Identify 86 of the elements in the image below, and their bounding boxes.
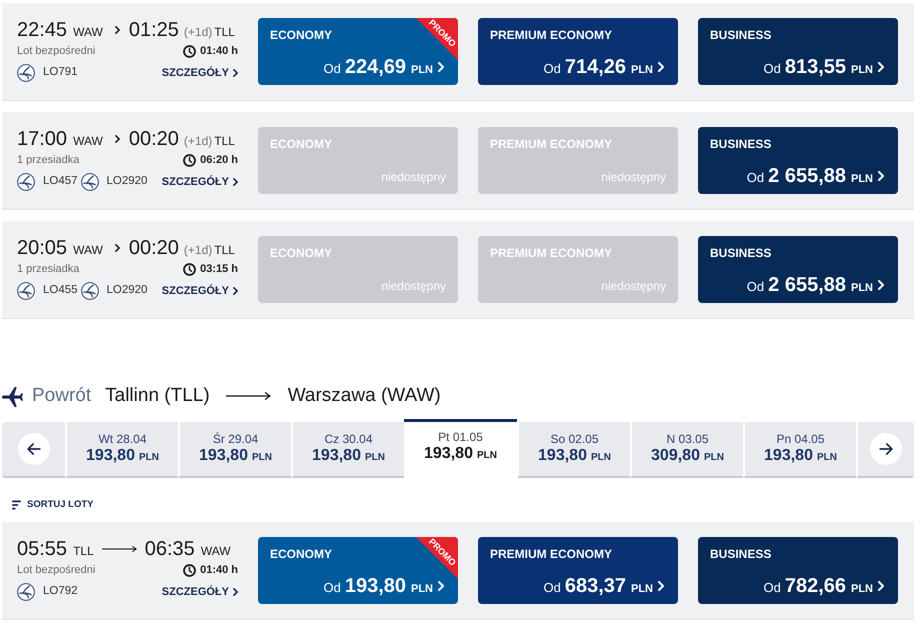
fare-button[interactable]: BUSINESS Od 2 655,88 PLN [698,236,898,303]
logo-icon [17,64,35,82]
airport-code: WAW [73,133,103,150]
duration-text: 06:20 h [200,152,238,168]
plane-icon [2,386,23,406]
flight-number: LO2920 [106,283,148,298]
chevron-icon [878,280,884,290]
stops-label: Lot bezpośredni [17,562,96,578]
date-tab[interactable]: Pn 04.05 193,80 PLN [743,422,856,478]
chevron-icon [233,178,238,186]
departure-time: 22:45 [17,18,68,42]
airport-code: TLL [214,242,235,259]
chevron-icon [878,580,884,591]
chevron-icon [878,170,884,181]
chevron-icon [658,580,664,591]
chevron-icon [438,62,444,72]
chevron-icon [438,580,444,591]
arrival-time: 01:25 [128,18,179,42]
details-link[interactable]: SZCZEGÓŁY [162,282,238,300]
duration-text: 03:15 h [200,262,238,277]
clock-icon [183,262,196,276]
flight-number: LO455 [43,283,78,298]
clock-icon [183,154,196,166]
fare-button[interactable]: BUSINESS Od 813,55 PLN [698,18,898,85]
day-offset: (+1d) [184,133,212,150]
stops-label: Lot bezpośredni [17,44,96,59]
logo-icon [17,583,35,601]
departure-time: 20:05 [17,236,68,260]
chevron-icon [878,62,884,72]
arrow-icon [102,544,137,554]
chevron-icon [233,588,238,596]
logo-icon [17,282,35,300]
details-link[interactable]: SZCZEGÓŁY [162,64,238,82]
duration-text: 01:40 h [200,562,238,578]
details-link[interactable]: SZCZEGÓŁY [162,174,238,190]
airport-code: TLL [73,543,94,560]
clock-icon [183,564,196,576]
airport-code: WAW [73,242,103,259]
airport-code: TLL [214,24,235,41]
fare-button[interactable]: BUSINESS Od 782,66 PLN [698,537,898,604]
fare-button[interactable]: PREMIUM ECONOMY Od 714,26 PLN [478,18,678,85]
date-tab[interactable]: N 03.05 309,80 PLN [630,422,743,478]
flight-number: LO2920 [106,174,148,190]
chevron-icon [233,69,238,77]
duration-text: 01:40 h [200,44,238,59]
arrival-time: 00:20 [128,127,179,151]
logo-icon [17,173,35,191]
chevron-icon [658,62,664,72]
fare-button[interactable]: PREMIUM ECONOMY Od 683,37 PLN [478,537,678,604]
previous-dates-button[interactable] [2,422,65,478]
section-label: Powrót [32,384,92,408]
details-link[interactable]: SZCZEGÓŁY [162,584,238,600]
flight-number: LO792 [43,584,78,600]
fare-button[interactable]: BUSINESS Od 2 655,88 PLN [698,127,898,194]
arrow-left-icon [18,433,50,465]
clock-icon [183,44,196,58]
date-tab[interactable]: Cz 30.04 193,80 PLN [291,422,404,478]
flight-number: LO791 [43,65,78,80]
airport-code: WAW [73,24,103,41]
date-tab[interactable]: Śr 29.04 193,80 PLN [178,422,291,478]
date-tab[interactable]: So 02.05 193,80 PLN [517,422,630,478]
arrival-time: 00:20 [128,236,179,260]
destination-city: Warszawa (WAW) [288,384,441,408]
flight-number: LO457 [43,174,78,190]
arrival-time: 06:35 [144,537,195,561]
stops-label: 1 przesiadka [17,262,80,277]
chevron-icon [114,26,120,34]
next-dates-button[interactable] [856,422,914,478]
day-offset: (+1d) [184,24,212,41]
arrow-right-icon [870,433,902,465]
departure-time: 05:55 [17,537,68,561]
chevron-icon [114,244,120,252]
origin-city: Tallinn (TLL) [105,384,210,408]
arrow-icon [226,391,271,401]
day-offset: (+1d) [184,242,212,259]
sort-icon [12,500,21,510]
date-tab[interactable]: Wt 28.04 193,80 PLN [65,422,178,478]
logo-icon [80,282,99,300]
stops-label: 1 przesiadka [17,152,80,168]
chevron-icon [114,135,120,143]
chevron-icon [233,287,238,295]
sort-button[interactable]: SORTUJ LOTY [12,498,94,512]
airport-code: WAW [200,543,231,560]
airport-code: TLL [214,133,235,150]
logo-icon [80,173,99,191]
departure-time: 17:00 [17,127,68,151]
